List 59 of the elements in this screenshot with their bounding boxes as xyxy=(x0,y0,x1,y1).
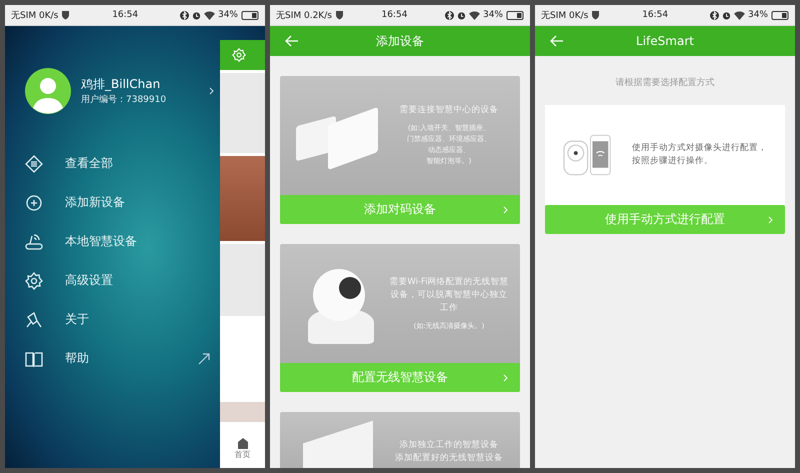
shield-icon xyxy=(61,10,70,20)
home-icon xyxy=(236,436,248,448)
shield-icon xyxy=(334,10,344,20)
card-description: 需要连接智慧中心的设备 xyxy=(398,104,500,117)
instruction-text: 请根据需要选择配置方式 xyxy=(614,76,716,89)
page-title: 添加设备 xyxy=(376,32,424,50)
menu-item[interactable]: 帮助 xyxy=(25,339,220,378)
settings-icon[interactable] xyxy=(232,48,246,62)
battery-icon xyxy=(770,10,789,20)
page-title: LifeSmart xyxy=(636,34,694,48)
bluetooth-icon xyxy=(180,10,189,20)
battery-icon xyxy=(240,10,259,20)
shield-icon xyxy=(591,10,600,20)
battery-percent: 34% xyxy=(482,10,503,20)
bluetooth-icon xyxy=(710,10,719,20)
menu-item[interactable]: 关于 xyxy=(25,300,220,339)
network-speed: 无SIM 0K/s xyxy=(541,10,588,22)
card-description: 添加独立工作的智慧设备 添加配置好的无线智慧设备 xyxy=(394,439,504,465)
device-tile[interactable] xyxy=(220,244,265,316)
battery-percent: 34% xyxy=(218,10,238,20)
device-tile[interactable] xyxy=(220,402,265,422)
battery-percent: 34% xyxy=(748,10,768,20)
avatar-icon[interactable] xyxy=(25,68,71,114)
router-icon xyxy=(25,232,43,250)
add-device-icon xyxy=(25,194,43,212)
chevron-icon[interactable] xyxy=(209,87,214,95)
menu-item[interactable]: 本地智慧设备 xyxy=(25,222,220,261)
menu-item[interactable]: 高级设置 xyxy=(25,261,220,300)
alarm-icon xyxy=(192,10,201,20)
back-arrow-icon[interactable] xyxy=(285,35,299,47)
user-id: 用户编号：7389910 xyxy=(81,94,168,106)
bluetooth-icon xyxy=(444,10,454,20)
wifi-icon xyxy=(468,10,480,20)
user-name: 鸡排_BillChan xyxy=(81,76,162,93)
clock-time: 16:54 xyxy=(381,10,408,20)
settings-icon xyxy=(25,272,43,290)
clock-time: 16:54 xyxy=(642,10,668,20)
clock-time: 16:54 xyxy=(112,10,138,20)
network-speed: 无SIM 0.2K/s xyxy=(276,10,332,22)
chevron-icon xyxy=(503,206,508,214)
chevron-icon xyxy=(768,216,773,224)
wifi-icon xyxy=(734,10,745,20)
alarm-icon xyxy=(722,10,731,20)
alarm-icon xyxy=(456,10,466,20)
home-tab[interactable]: 首页 xyxy=(220,428,265,468)
chevron-icon xyxy=(503,374,508,382)
book-icon xyxy=(25,350,43,368)
battery-icon xyxy=(506,10,524,20)
back-arrow-icon[interactable] xyxy=(550,35,564,47)
option-description: 使用手动方式对摄像头进行配置， 按照步骤进行操作。 xyxy=(632,142,767,168)
device-tile[interactable] xyxy=(220,73,265,153)
network-speed: 无SIM 0K/s xyxy=(11,10,58,22)
wifi-icon xyxy=(204,10,215,20)
card-description: 需要Wi-Fi网络配置的无线智慧 设备，可以脱离智慧中心独立 工作 xyxy=(388,276,510,314)
menu-item[interactable]: 查看全部 xyxy=(25,144,220,183)
menu-item[interactable]: 添加新设备 xyxy=(25,183,220,222)
pin-icon xyxy=(25,310,43,328)
grid-icon xyxy=(25,154,43,172)
device-tile[interactable] xyxy=(220,156,265,241)
